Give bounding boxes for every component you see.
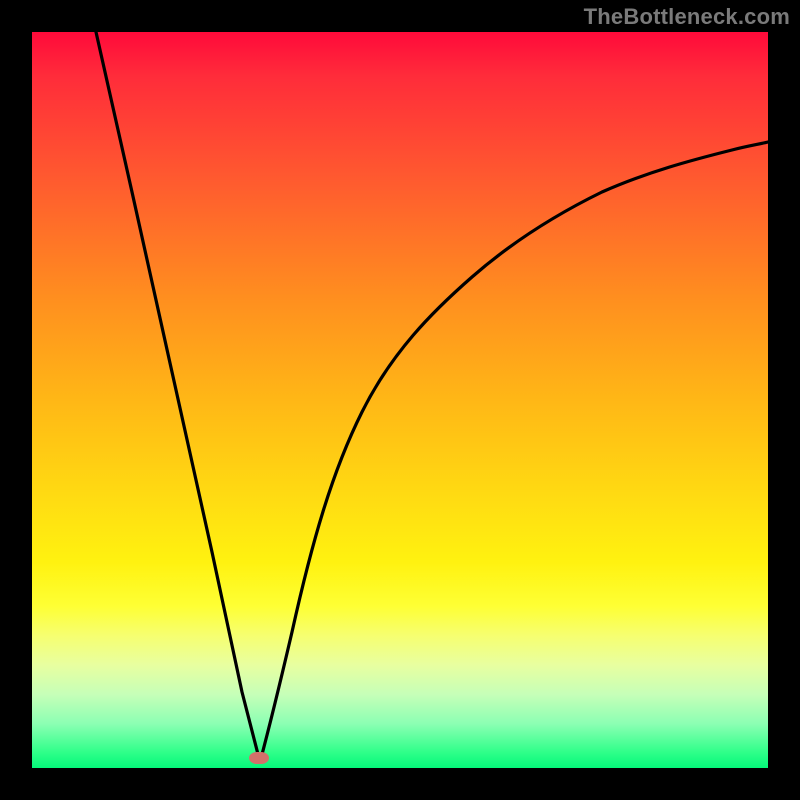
plot-area [32,32,768,768]
chart-frame [0,0,800,800]
bottleneck-curve [32,32,768,768]
watermark-text: TheBottleneck.com [584,4,790,30]
minimum-marker [249,752,269,764]
